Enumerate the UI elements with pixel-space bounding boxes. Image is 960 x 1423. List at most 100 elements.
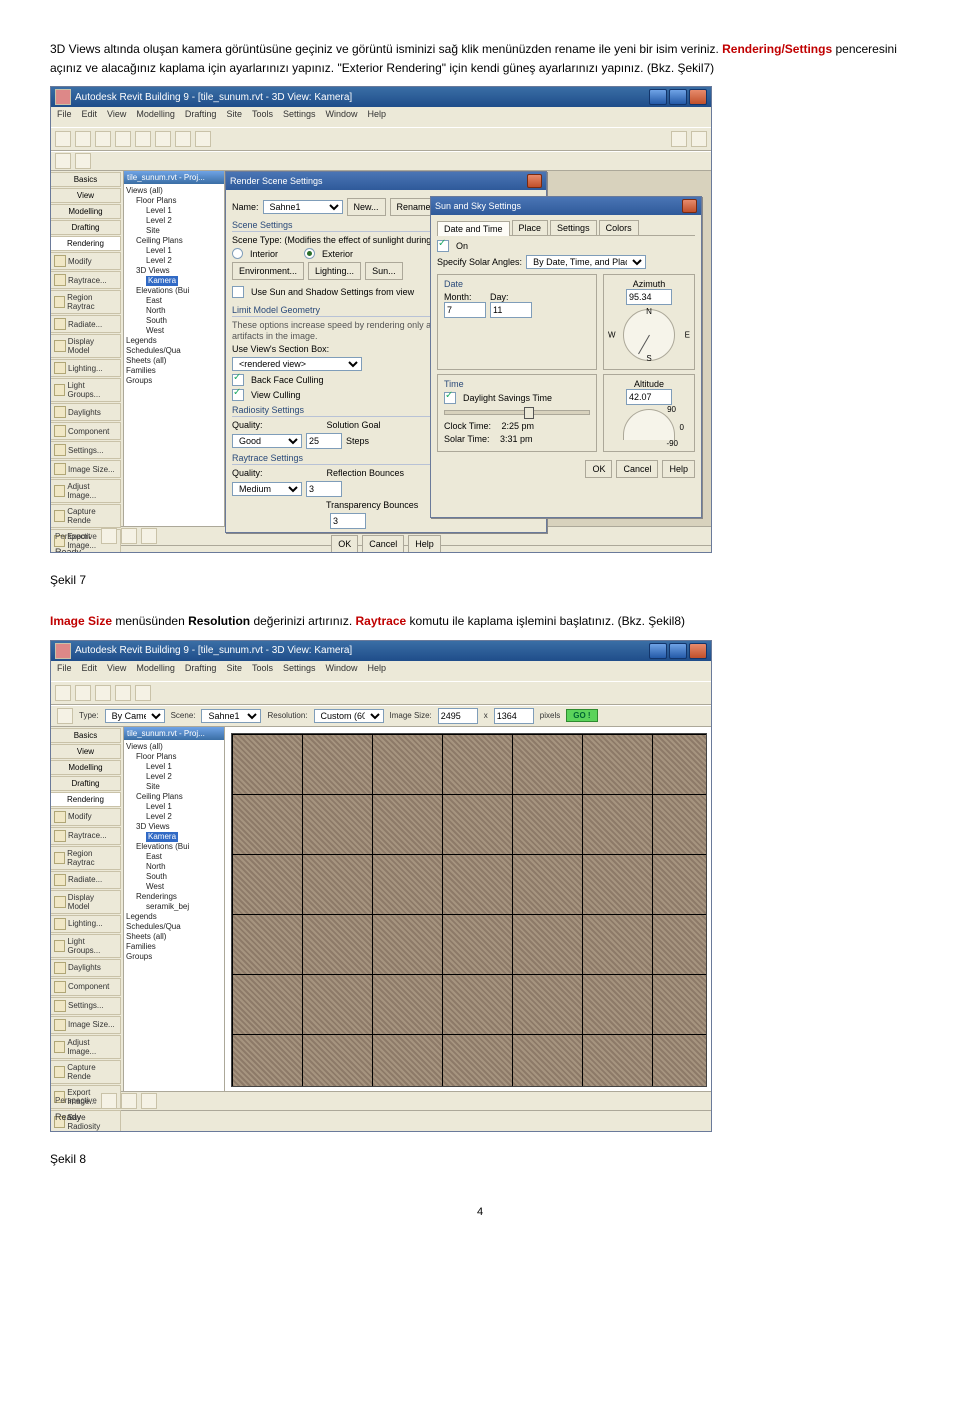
menu2-view[interactable]: View [107,663,126,679]
tb-misc2-icon[interactable] [75,153,91,169]
tree-node[interactable]: Level 2 [126,256,222,266]
rss-cancel-button[interactable]: Cancel [362,535,404,553]
tree-node[interactable]: Site [126,782,222,792]
sun-azimuth-value[interactable] [626,289,672,305]
btn2-display-model[interactable]: Display Model [51,890,121,914]
tab2-drafting[interactable]: Drafting [51,776,121,791]
rss-solution-steps-input[interactable] [306,433,342,449]
tree-node[interactable]: Legends [126,336,222,346]
sun-altitude-value[interactable] [626,389,672,405]
sun-ok-button[interactable]: OK [585,460,612,478]
btn-region-raytrace[interactable]: Region Raytrac [51,290,121,314]
rss-quality-select[interactable]: Good [232,434,302,448]
rss-lighting-button[interactable]: Lighting... [308,262,361,280]
tb-save-icon[interactable] [95,131,111,147]
tree-node[interactable]: Legends [126,912,222,922]
render-go-button[interactable]: GO ! [566,709,597,722]
tree-node[interactable]: Schedules/Qua [126,346,222,356]
rss-transp-input[interactable] [330,513,366,529]
tab-place[interactable]: Place [512,220,549,235]
tab2-modelling[interactable]: Modelling [51,760,121,775]
btn-image-size[interactable]: Image Size... [51,460,121,478]
render-viewport[interactable] [225,727,711,1091]
tree-node[interactable]: Level 2 [126,772,222,782]
menu-window[interactable]: Window [326,109,358,125]
tree-node[interactable]: Kamera [126,276,222,286]
menu2-drafting[interactable]: Drafting [185,663,217,679]
tree-node[interactable]: Renderings [126,892,222,902]
tree-node[interactable]: Groups [126,376,222,386]
maximize-button[interactable] [669,89,687,105]
tree-node[interactable]: Level 2 [126,216,222,226]
btn-raytrace[interactable]: Raytrace... [51,271,121,289]
rss-viewcull-check[interactable] [232,389,244,401]
menu-edit[interactable]: Edit [82,109,98,125]
tree-node[interactable]: South [126,872,222,882]
vb-icon1[interactable] [101,528,117,544]
tab-basics[interactable]: Basics [51,172,121,187]
render-res-select[interactable]: Custom (600 d [314,709,384,723]
tb-mirror-icon[interactable] [671,131,687,147]
render-scene-select[interactable]: Sahne1 [201,709,261,723]
menu2-tools[interactable]: Tools [252,663,273,679]
rss-new-button[interactable]: New... [347,198,386,216]
tb-copy-icon[interactable] [135,131,151,147]
btn-adjust-image[interactable]: Adjust Image... [51,479,121,503]
tree-node[interactable]: Level 1 [126,246,222,256]
tree-node[interactable]: North [126,862,222,872]
tree-node[interactable]: Site [126,226,222,236]
sun-cancel-button[interactable]: Cancel [616,460,658,478]
tree-node[interactable]: North [126,306,222,316]
render-height-input[interactable] [494,708,534,724]
tb2-save-icon[interactable] [95,685,111,701]
rss-sunshadow-check[interactable] [232,286,244,298]
rss-name-select[interactable]: Sahne1 [263,200,343,214]
tree-node[interactable]: 3D Views [126,822,222,832]
tree-node[interactable]: Floor Plans [126,196,222,206]
btn-display-model[interactable]: Display Model [51,334,121,358]
tab-drafting[interactable]: Drafting [51,220,121,235]
minimize-button-2[interactable] [649,643,667,659]
menu-settings[interactable]: Settings [283,109,316,125]
project-browser[interactable]: tile_sunum.rvt - Proj... Views (all)Floo… [124,171,225,526]
tree-node[interactable]: Sheets (all) [126,932,222,942]
close-button-2[interactable] [689,643,707,659]
btn-modify[interactable]: Modify [51,252,121,270]
tb2-cut-icon[interactable] [115,685,131,701]
btn2-image-size[interactable]: Image Size... [51,1016,121,1034]
tb-undo-icon[interactable] [175,131,191,147]
tb-cut-icon[interactable] [115,131,131,147]
tree-node[interactable]: Floor Plans [126,752,222,762]
menu-tools[interactable]: Tools [252,109,273,125]
menu-view[interactable]: View [107,109,126,125]
menu-site[interactable]: Site [226,109,242,125]
btn2-lighting[interactable]: Lighting... [51,915,121,933]
btn2-modify[interactable]: Modify [51,808,121,826]
btn-light-groups[interactable]: Light Groups... [51,378,121,402]
tab-view[interactable]: View [51,188,121,203]
btn2-capture-render[interactable]: Capture Rende [51,1060,121,1084]
menu-modelling[interactable]: Modelling [136,109,175,125]
render-width-input[interactable] [438,708,478,724]
tab2-view[interactable]: View [51,744,121,759]
tree-node[interactable]: Level 1 [126,206,222,216]
tree-node[interactable]: East [126,296,222,306]
tab2-basics[interactable]: Basics [51,728,121,743]
vb-icon3[interactable] [141,528,157,544]
tb-misc-icon[interactable] [55,153,71,169]
rss-sun-button[interactable]: Sun... [365,262,403,280]
render-bar-icon[interactable] [57,708,73,724]
menu2-settings[interactable]: Settings [283,663,316,679]
sun-day-input[interactable] [490,302,532,318]
tab-date-time[interactable]: Date and Time [437,221,510,236]
btn2-component[interactable]: Component [51,978,121,996]
tb-new-icon[interactable] [55,131,71,147]
menu-file[interactable]: File [57,109,72,125]
tree-node[interactable]: Views (all) [126,742,222,752]
menu2-file[interactable]: File [57,663,72,679]
sun-time-slider[interactable] [444,410,590,415]
rss-interior-radio[interactable] [232,248,243,259]
tree-node[interactable]: Families [126,366,222,376]
tree-node[interactable]: Level 2 [126,812,222,822]
sun-specify-select[interactable]: By Date, Time, and Place [526,255,646,269]
